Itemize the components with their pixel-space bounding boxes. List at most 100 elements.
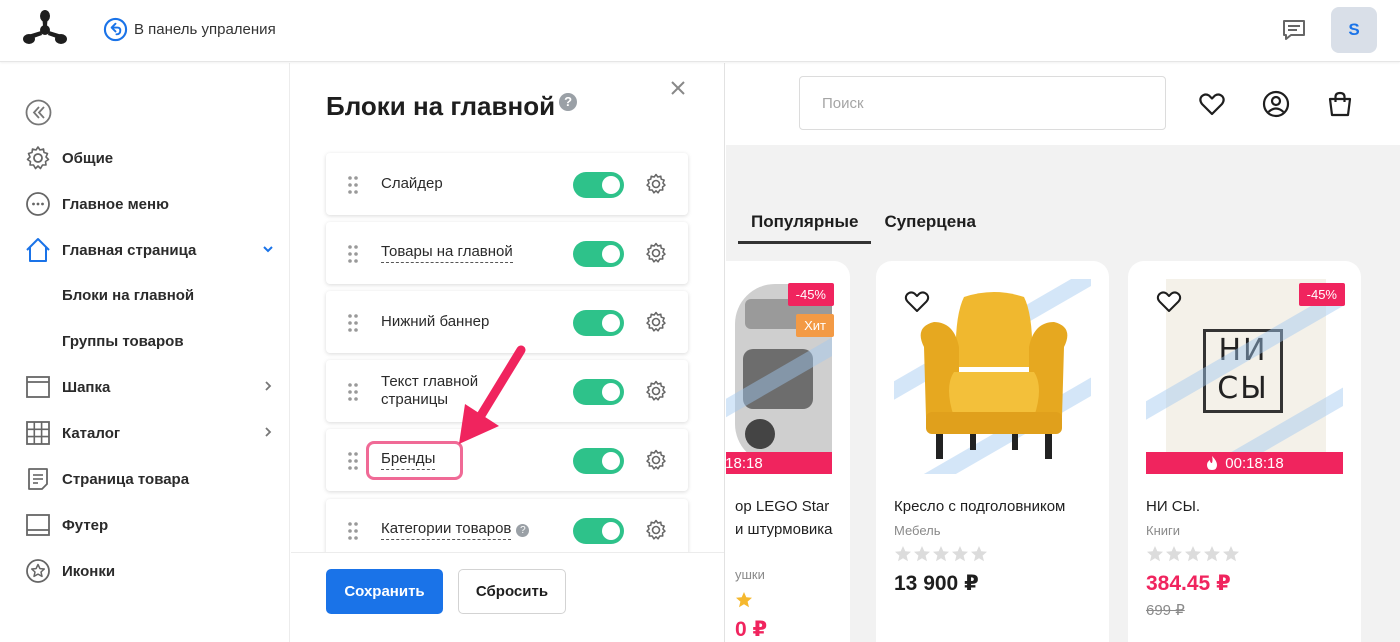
drag-handle-icon[interactable] xyxy=(346,244,360,264)
sidebar-item-label: Футер xyxy=(62,516,109,534)
block-label-text: Слайдер xyxy=(381,175,443,192)
fire-icon xyxy=(1207,456,1218,470)
user-avatar[interactable]: S xyxy=(1331,7,1377,53)
sidebar-subitem-home-blocks[interactable]: Блоки на главной xyxy=(62,284,194,308)
product-title[interactable]: НИ СЫ. xyxy=(1146,495,1351,518)
sidebar-item-label: Главная страница xyxy=(62,241,197,259)
drag-handle-icon[interactable] xyxy=(346,521,360,541)
product-price: 13 900 ₽ xyxy=(894,572,979,595)
discount-badge: -45% xyxy=(787,283,834,306)
store-preview: Поиск Популярные Суперцена -45% Хит 00:1… xyxy=(726,63,1400,642)
settings-gear-icon[interactable] xyxy=(645,519,667,541)
grid-icon xyxy=(24,419,52,447)
discount-badge: -45% xyxy=(1298,283,1345,306)
help-icon[interactable]: ? xyxy=(516,523,530,537)
block-row-slider[interactable]: Слайдер xyxy=(326,153,688,215)
product-title[interactable]: Кресло с подголовником xyxy=(894,495,1099,518)
chevron-right-icon xyxy=(265,427,272,437)
settings-sidebar: Общие Главное меню Главная страница Блок… xyxy=(0,63,290,642)
product-price: 384.45 ₽ xyxy=(1146,572,1231,595)
dots-circle-icon xyxy=(24,190,52,218)
settings-gear-icon[interactable] xyxy=(645,380,667,402)
user-account-icon[interactable] xyxy=(1262,90,1290,118)
block-label-text[interactable]: Категории товаров xyxy=(381,520,512,540)
settings-gear-icon[interactable] xyxy=(645,311,667,333)
block-toggle[interactable] xyxy=(573,448,624,474)
product-category: Книги xyxy=(1146,523,1181,538)
annotation-arrow-icon xyxy=(459,345,526,444)
panel-footer: Сохранить Сбросить xyxy=(291,552,724,642)
block-toggle[interactable] xyxy=(573,172,624,198)
product-image xyxy=(726,279,832,474)
sidebar-item-label: Страница товара xyxy=(62,470,190,488)
sidebar-item-home-page[interactable]: Главная страница xyxy=(24,235,280,265)
sidebar-subitem-product-groups[interactable]: Группы товаров xyxy=(62,330,184,354)
sidebar-item-general[interactable]: Общие xyxy=(24,143,280,173)
product-tabs: Популярные Суперцена xyxy=(738,208,989,244)
sidebar-item-label: Шапка xyxy=(62,378,111,396)
back-to-dashboard-link[interactable]: В панель упраления xyxy=(103,17,276,42)
countdown-timer: 00:18:18 xyxy=(726,452,832,474)
header-layout-icon xyxy=(24,373,52,401)
sidebar-item-catalog[interactable]: Каталог xyxy=(24,418,280,448)
tab-superprice[interactable]: Суперцена xyxy=(871,208,988,244)
block-toggle[interactable] xyxy=(573,241,624,267)
shopping-bag-icon[interactable] xyxy=(1326,90,1354,118)
top-bar: В панель упраления S xyxy=(0,0,1400,62)
help-icon[interactable]: ? xyxy=(559,93,578,111)
logo-icon[interactable] xyxy=(22,9,68,49)
page-title-text: Блоки на главной xyxy=(326,91,556,121)
chat-icon[interactable] xyxy=(1280,16,1308,44)
star-icon xyxy=(736,592,752,608)
sidebar-item-footer[interactable]: Футер xyxy=(24,510,280,540)
product-title-line1: ор LEGO Star xyxy=(735,498,830,515)
block-toggle[interactable] xyxy=(573,379,624,405)
block-toggle[interactable] xyxy=(573,518,624,544)
page-title: Блоки на главной? xyxy=(326,91,578,122)
product-card[interactable]: -45% Хит 00:18:18 ор LEGO Star и штурмови… xyxy=(726,261,850,642)
block-label-text[interactable]: Товары на главной xyxy=(381,243,513,263)
gear-icon xyxy=(24,144,52,172)
rating-stars xyxy=(1146,545,1240,563)
block-label[interactable]: Товары на главной xyxy=(381,222,561,284)
star-circle-icon xyxy=(24,557,52,585)
document-icon xyxy=(24,465,52,493)
drag-handle-icon[interactable] xyxy=(346,451,360,471)
product-card[interactable]: НИ СЫ -45% 00:18:18 НИ СЫ. Книги 384.45 … xyxy=(1128,261,1361,642)
tab-popular[interactable]: Популярные xyxy=(738,208,872,244)
sidebar-item-label: Главное меню xyxy=(62,195,169,213)
drag-handle-icon[interactable] xyxy=(346,382,360,402)
chevron-down-icon xyxy=(263,246,273,253)
timer-text: 00:18:18 xyxy=(1225,454,1284,472)
block-label: Слайдер xyxy=(381,153,561,215)
drag-handle-icon[interactable] xyxy=(346,175,360,195)
back-circle-icon xyxy=(103,17,128,42)
favorite-heart-icon[interactable] xyxy=(1156,289,1182,313)
close-icon[interactable] xyxy=(667,77,689,99)
favorite-heart-icon[interactable] xyxy=(904,289,930,313)
save-button[interactable]: Сохранить xyxy=(326,569,443,614)
block-label-text: Нижний баннер xyxy=(381,313,490,330)
countdown-timer: 00:18:18 xyxy=(1146,452,1343,474)
product-category: Мебель xyxy=(894,523,941,538)
product-card[interactable]: Кресло с подголовником Мебель 13 900 ₽ xyxy=(876,261,1109,642)
armchair-image xyxy=(920,292,1068,459)
heart-icon[interactable] xyxy=(1198,90,1226,118)
sidebar-item-label: Каталог xyxy=(62,424,121,442)
sidebar-item-main-menu[interactable]: Главное меню xyxy=(24,189,280,219)
settings-gear-icon[interactable] xyxy=(645,449,667,471)
settings-gear-icon[interactable] xyxy=(645,173,667,195)
sidebar-item-icons[interactable]: Иконки xyxy=(24,556,280,586)
drag-handle-icon[interactable] xyxy=(346,313,360,333)
block-row-home-products[interactable]: Товары на главной xyxy=(326,222,688,284)
sidebar-item-header[interactable]: Шапка xyxy=(24,372,280,402)
settings-gear-icon[interactable] xyxy=(645,242,667,264)
product-title[interactable]: ор LEGO Star и штурмовика xyxy=(735,495,850,541)
block-toggle[interactable] xyxy=(573,310,624,336)
chevron-right-icon xyxy=(265,381,272,391)
footer-layout-icon xyxy=(24,511,52,539)
reset-button[interactable]: Сбросить xyxy=(458,569,566,614)
store-search-input[interactable]: Поиск xyxy=(799,76,1166,130)
collapse-sidebar-icon[interactable] xyxy=(25,99,52,126)
sidebar-item-product-page[interactable]: Страница товара xyxy=(24,464,280,494)
